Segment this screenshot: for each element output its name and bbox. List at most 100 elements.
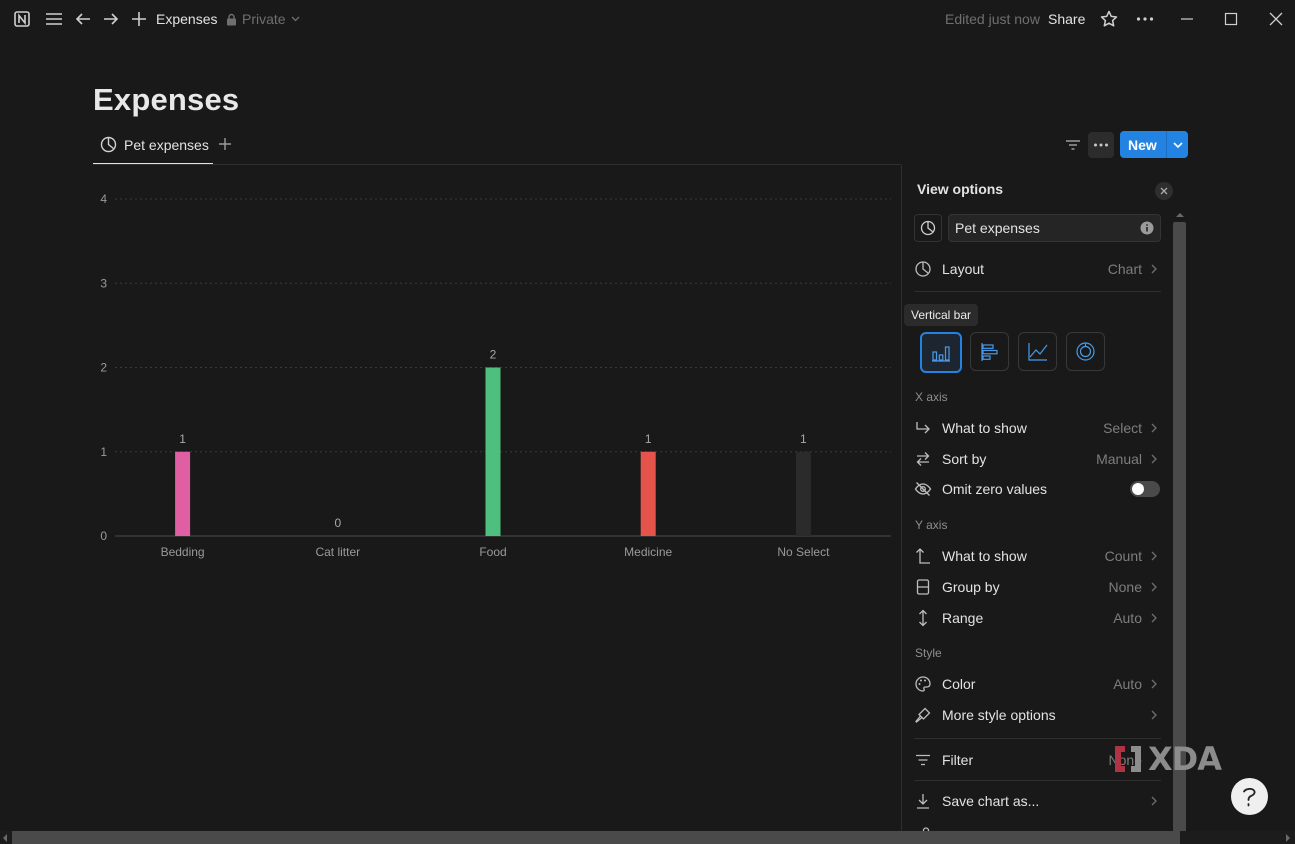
notion-logo-icon[interactable] [12,9,32,29]
group-by-label: Group by [942,579,1000,595]
layout-value: Chart [1107,261,1142,277]
close-window-icon[interactable] [1266,9,1286,29]
line-chart-icon[interactable] [1018,332,1057,371]
maximize-window-icon[interactable] [1221,9,1241,29]
more-style-options-label: More style options [942,707,1056,723]
y-tick-label: 2 [100,361,107,375]
chevron-right-icon [1150,679,1158,689]
chart-layout-icon [914,260,932,278]
forward-arrow-icon[interactable] [101,9,121,29]
horizontal-bar-chart-icon[interactable] [970,332,1009,371]
sidebar-menu-icon[interactable] [44,9,64,29]
layout-row[interactable]: Layout Chart [914,256,1162,282]
view-tab-pet-expenses[interactable]: Pet expenses [100,136,209,153]
chevron-down-icon [291,16,300,22]
group-box-icon [914,578,932,596]
view-more-options-icon[interactable] [1088,132,1114,158]
filter-lines-icon [914,751,932,769]
chevron-right-icon [1150,796,1158,806]
more-options-icon[interactable] [1135,9,1155,29]
section-divider [914,291,1161,292]
scroll-up-arrow-icon[interactable] [1176,212,1184,218]
bar [795,451,811,536]
filter-icon[interactable] [1064,137,1082,153]
question-mark-icon [1243,788,1256,807]
chevron-right-icon [1150,423,1158,433]
minimize-window-icon[interactable] [1177,9,1197,29]
y-tick-label: 0 [100,529,107,543]
x-what-to-show-row[interactable]: What to show Select [914,415,1162,441]
color-value: Auto [1113,676,1142,692]
data-label: 1 [645,432,652,446]
y-tick-label: 4 [100,192,107,206]
bar-chart: 0 1 2 3 4 1 Bedding 0 Cat litter 2 Food 1 Medicine 1 N… [100,192,891,559]
view-tab-label: Pet expenses [124,136,209,153]
view-tabs-divider [93,164,901,165]
back-arrow-icon[interactable] [73,9,93,29]
x-what-to-show-value: Select [1103,420,1142,436]
color-label: Color [942,676,976,692]
y-tick-label: 3 [100,276,107,290]
view-name-value: Pet expenses [955,220,1040,236]
group-by-value: None [1108,579,1142,595]
save-chart-row[interactable]: Save chart as... [914,788,1162,814]
horizontal-scrollbar-thumb[interactable] [12,831,1180,844]
help-button[interactable] [1231,778,1268,815]
chart-view-icon [100,136,117,153]
y-what-to-show-row[interactable]: What to show Count [914,543,1162,569]
omit-zero-values-row: Omit zero values [914,476,1162,502]
y-tick-label: 1 [100,445,107,459]
chevron-right-icon [1150,454,1158,464]
y-axis-section-title: Y axis [915,518,948,532]
y-what-to-show-label: What to show [942,548,1027,564]
data-label: 2 [490,348,497,362]
style-section-title: Style [915,646,942,660]
share-button[interactable]: Share [1048,11,1085,27]
breadcrumb-page-title[interactable]: Expenses [156,11,217,27]
chevron-right-icon [1150,582,1158,592]
x-tick-label: Bedding [161,545,205,559]
info-icon[interactable] [1140,221,1154,235]
filter-label: Filter [942,752,974,768]
add-view-plus-icon[interactable] [217,136,233,152]
data-label: 1 [179,432,186,446]
view-icon-picker[interactable] [914,214,942,242]
privacy-dropdown[interactable]: Private [226,11,300,27]
xda-watermark: XDA [1112,740,1222,778]
omit-zero-values-toggle[interactable] [1130,481,1160,497]
close-panel-icon[interactable] [1155,182,1173,200]
bar [485,367,501,536]
scroll-left-arrow-icon[interactable] [2,834,8,842]
section-divider [914,738,1161,739]
range-value: Auto [1113,610,1142,626]
xda-logo-icon [1115,746,1141,772]
view-name-input[interactable]: Pet expenses [948,214,1161,242]
privacy-label: Private [242,11,286,27]
x-what-to-show-label: What to show [942,420,1027,436]
download-icon [914,792,932,810]
star-favorite-icon[interactable] [1099,9,1119,29]
lock-icon [226,13,237,26]
vertical-range-arrows-icon [914,609,932,627]
chart-view-icon [920,220,936,236]
new-button[interactable]: New [1120,131,1188,158]
arrow-up-turn-icon [914,547,932,565]
chevron-right-icon [1150,264,1158,274]
page-title[interactable]: Expenses [93,82,239,118]
panel-title: View options [917,181,1004,197]
scroll-right-arrow-icon[interactable] [1285,834,1291,842]
group-by-row[interactable]: Group by None [914,574,1162,600]
section-divider [914,780,1161,781]
eye-off-icon [914,480,932,498]
vertical-bar-chart-icon[interactable] [920,332,962,373]
new-dropdown-chevron-icon[interactable] [1166,131,1189,158]
color-row[interactable]: Color Auto [914,671,1162,697]
sort-arrows-icon [914,450,932,468]
sort-by-row[interactable]: Sort by Manual [914,446,1162,472]
arrow-turn-right-icon [914,419,932,437]
range-row[interactable]: Range Auto [914,605,1162,631]
donut-chart-icon[interactable] [1066,332,1105,371]
more-style-options-row[interactable]: More style options [914,702,1162,728]
new-page-plus-icon[interactable] [129,9,149,29]
omit-zero-values-label: Omit zero values [942,481,1048,497]
